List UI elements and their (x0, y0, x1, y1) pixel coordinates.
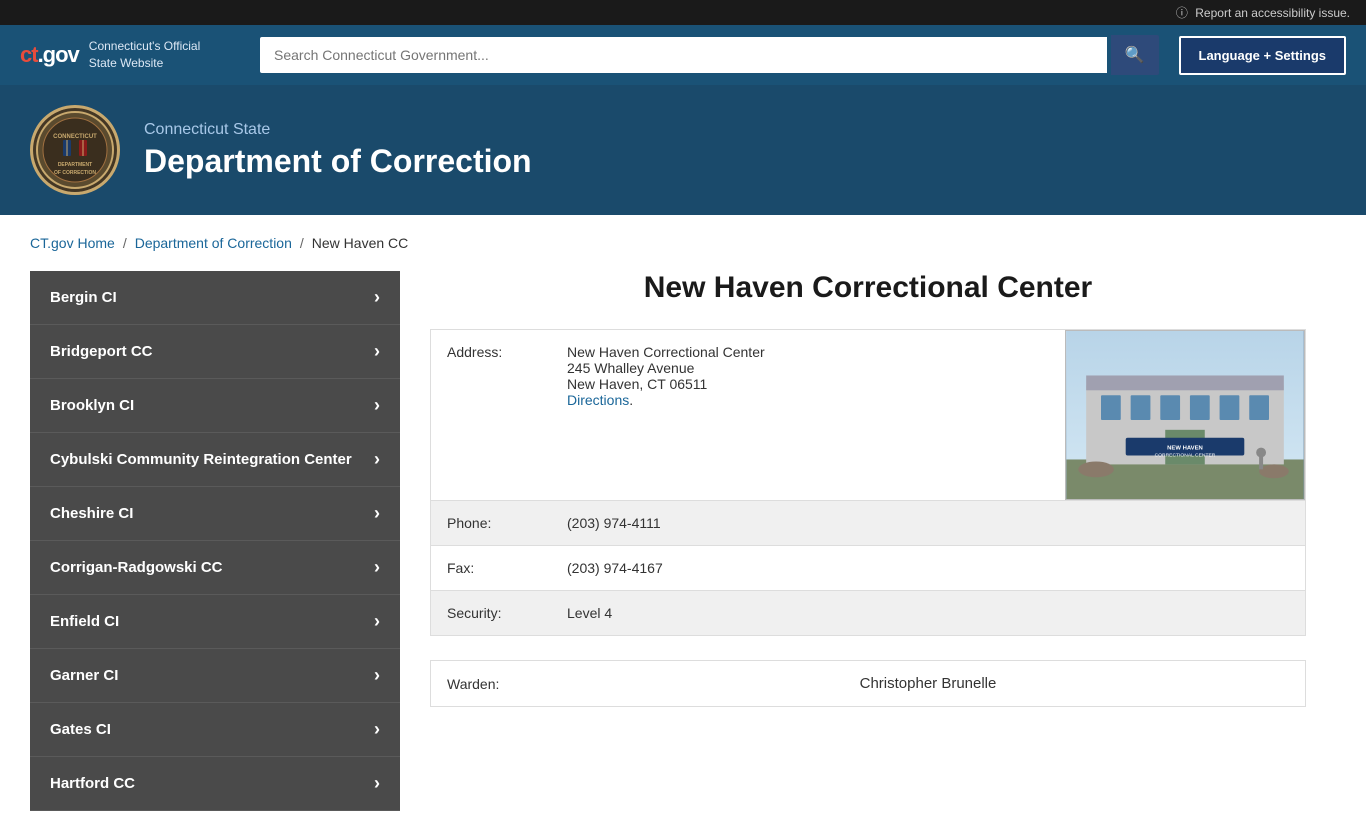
sidebar-item-label: Cybulski Community Reintegration Center (50, 451, 352, 468)
accessibility-icon: ⓘ (1176, 6, 1188, 20)
main-nav: ct.gov Connecticut's Official State Webs… (0, 25, 1366, 85)
site-name: Connecticut's Official State Website (89, 38, 200, 72)
dept-title: Department of Correction (144, 143, 532, 180)
chevron-right-icon: › (374, 341, 380, 362)
chevron-right-icon: › (374, 287, 380, 308)
accessibility-link[interactable]: Report an accessibility issue. (1195, 6, 1350, 20)
warden-label: Warden: (431, 662, 551, 706)
breadcrumb-sep-1: / (123, 235, 127, 251)
dept-subtitle: Connecticut State (144, 121, 532, 139)
sidebar-item-label: Brooklyn CI (50, 397, 134, 414)
ct-gov-logo: ct.gov (20, 42, 79, 68)
svg-text:NEW HAVEN: NEW HAVEN (1167, 446, 1203, 452)
fax-value: (203) 974-4167 (551, 546, 1305, 590)
address-value: New Haven Correctional Center 245 Whalle… (551, 330, 1065, 500)
svg-text:OF CORRECTION: OF CORRECTION (54, 170, 96, 176)
svg-text:DEPARTMENT: DEPARTMENT (58, 162, 92, 168)
sidebar-item-3[interactable]: Cybulski Community Reintegration Center › (30, 433, 400, 487)
breadcrumb-sep-2: / (300, 235, 304, 251)
warden-name: Christopher Brunelle (551, 661, 1305, 706)
sidebar-item-6[interactable]: Enfield CI › (30, 595, 400, 649)
address-label: Address: (431, 330, 551, 500)
sidebar-item-9[interactable]: Hartford CC › (30, 757, 400, 811)
address-line3: New Haven, CT 06511 (567, 376, 1049, 392)
address-line2: 245 Whalley Avenue (567, 360, 1049, 376)
dept-header: CONNECTICUT DEPARTMENT OF CORRECTION Con… (0, 85, 1366, 215)
sidebar-item-2[interactable]: Brooklyn CI › (30, 379, 400, 433)
security-row: Security: Level 4 (431, 591, 1305, 635)
chevron-right-icon: › (374, 719, 380, 740)
search-area: 🔍 (260, 35, 1159, 75)
sidebar-item-5[interactable]: Corrigan-Radgowski CC › (30, 541, 400, 595)
address-line1: New Haven Correctional Center (567, 344, 1049, 360)
info-table: Address: New Haven Correctional Center 2… (430, 329, 1306, 636)
accessibility-bar: ⓘ Report an accessibility issue. (0, 0, 1366, 25)
sidebar: Bergin CI›Bridgeport CC›Brooklyn CI›Cybu… (30, 271, 400, 811)
building-svg: NEW HAVEN CORRECTIONAL CENTER (1066, 331, 1304, 499)
breadcrumb-current: New Haven CC (312, 235, 408, 251)
search-input[interactable] (260, 37, 1107, 73)
site-logo-link[interactable]: ct.gov Connecticut's Official State Webs… (20, 38, 240, 72)
security-label: Security: (431, 591, 551, 635)
address-row: Address: New Haven Correctional Center 2… (431, 330, 1305, 501)
phone-label: Phone: (431, 501, 551, 545)
facility-photo: NEW HAVEN CORRECTIONAL CENTER (1065, 330, 1305, 500)
main-layout: Bergin CI›Bridgeport CC›Brooklyn CI›Cybu… (30, 271, 1336, 811)
chevron-right-icon: › (374, 395, 380, 416)
chevron-right-icon: › (374, 665, 380, 686)
chevron-right-icon: › (374, 503, 380, 524)
search-button[interactable]: 🔍 (1111, 35, 1159, 75)
sidebar-item-label: Bridgeport CC (50, 343, 153, 360)
breadcrumb-dept[interactable]: Department of Correction (135, 235, 292, 251)
chevron-right-icon: › (374, 449, 380, 470)
breadcrumb: CT.gov Home / Department of Correction /… (30, 235, 1336, 251)
address-left: Address: New Haven Correctional Center 2… (431, 330, 1065, 500)
chevron-right-icon: › (374, 557, 380, 578)
dept-title-area: Connecticut State Department of Correcti… (144, 121, 532, 180)
dept-logo: CONNECTICUT DEPARTMENT OF CORRECTION (30, 105, 120, 195)
sidebar-item-4[interactable]: Cheshire CI › (30, 487, 400, 541)
phone-row: Phone: (203) 974-4111 (431, 501, 1305, 546)
security-value: Level 4 (551, 591, 1305, 635)
search-icon: 🔍 (1125, 47, 1145, 64)
sidebar-item-label: Bergin CI (50, 289, 117, 306)
facility-photo-placeholder: NEW HAVEN CORRECTIONAL CENTER (1065, 330, 1305, 500)
sidebar-item-label: Garner CI (50, 667, 118, 684)
svg-text:CONNECTICUT: CONNECTICUT (53, 134, 97, 140)
sidebar-item-label: Corrigan-Radgowski CC (50, 559, 223, 576)
fax-label: Fax: (431, 546, 551, 590)
sidebar-item-1[interactable]: Bridgeport CC › (30, 325, 400, 379)
sidebar-item-label: Cheshire CI (50, 505, 133, 522)
chevron-right-icon: › (374, 773, 380, 794)
sidebar-item-7[interactable]: Garner CI › (30, 649, 400, 703)
sidebar-item-label: Gates CI (50, 721, 111, 738)
dept-seal-svg: CONNECTICUT DEPARTMENT OF CORRECTION (35, 110, 115, 190)
directions-link[interactable]: Directions (567, 392, 629, 408)
sidebar-item-0[interactable]: Bergin CI › (30, 271, 400, 325)
warden-section: Warden: Christopher Brunelle (430, 660, 1306, 707)
breadcrumb-home[interactable]: CT.gov Home (30, 235, 115, 251)
logo-ct: ct (20, 42, 38, 67)
sidebar-item-8[interactable]: Gates CI › (30, 703, 400, 757)
language-settings-button[interactable]: Language + Settings (1179, 36, 1347, 75)
main-content: New Haven Correctional Center Address: N… (400, 271, 1336, 811)
sidebar-item-label: Hartford CC (50, 775, 135, 792)
page-title: New Haven Correctional Center (430, 271, 1306, 305)
content-wrapper: CT.gov Home / Department of Correction /… (0, 215, 1366, 831)
chevron-right-icon: › (374, 611, 380, 632)
logo-gov: .gov (38, 42, 79, 67)
svg-text:CORRECTIONAL CENTER: CORRECTIONAL CENTER (1155, 453, 1216, 459)
phone-value: (203) 974-4111 (551, 501, 1305, 545)
fax-row: Fax: (203) 974-4167 (431, 546, 1305, 591)
sidebar-item-label: Enfield CI (50, 613, 119, 630)
